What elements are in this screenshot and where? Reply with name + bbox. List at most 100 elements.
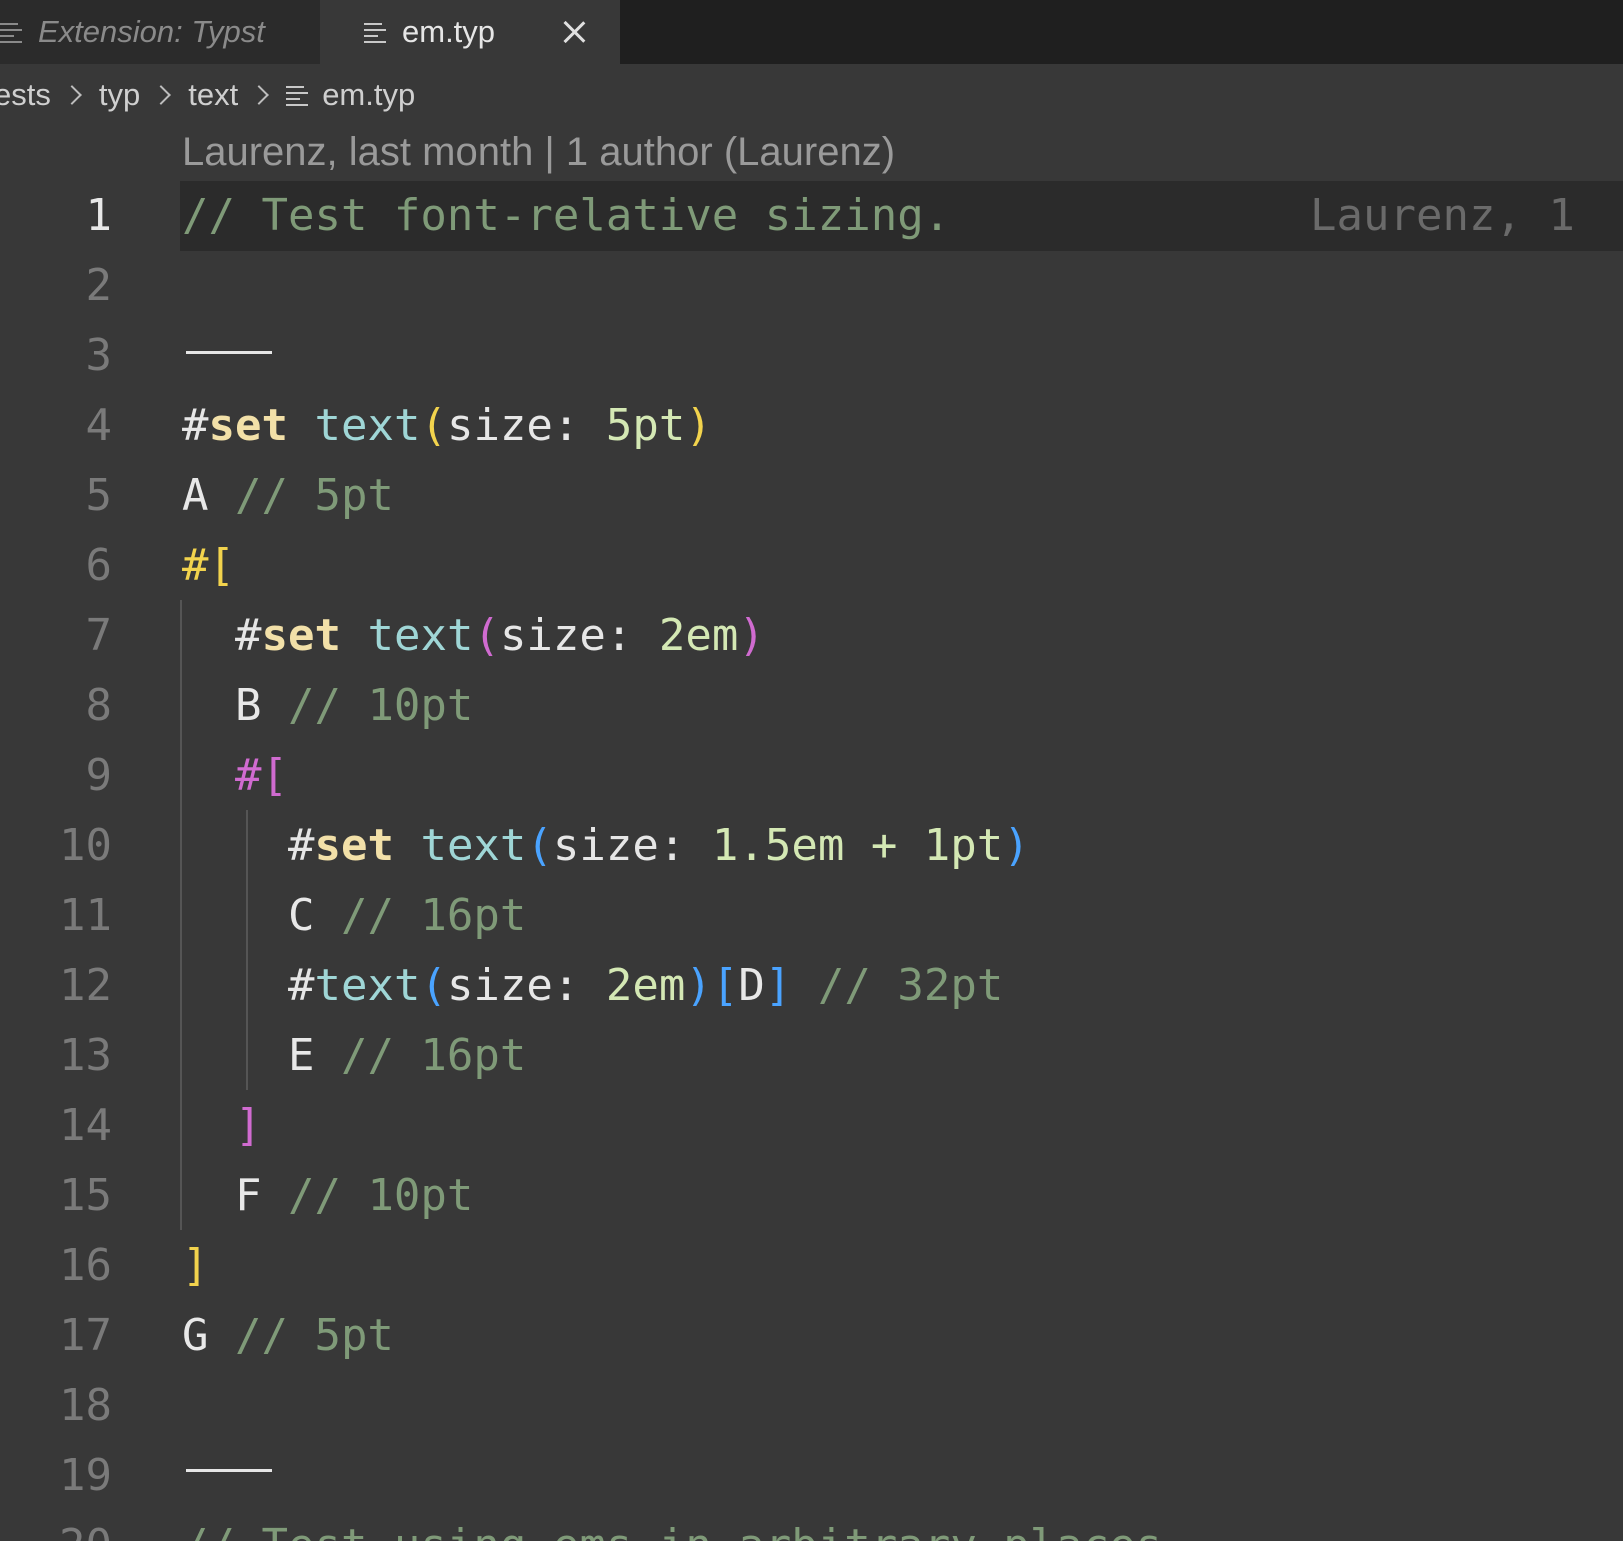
chevron-right-icon bbox=[249, 85, 270, 105]
code-line-6: #[ bbox=[182, 531, 235, 601]
paren-close: ) bbox=[738, 610, 765, 661]
content-block-open: #[ bbox=[182, 540, 235, 591]
comment: // Test using ems in arbitrary places. bbox=[182, 1520, 1189, 1541]
file-lines-icon bbox=[286, 84, 309, 106]
keyword: set bbox=[261, 610, 341, 661]
breadcrumb-item[interactable]: em.typ bbox=[322, 77, 415, 113]
content-block-close: ] bbox=[234, 1100, 262, 1151]
line-number: 17 bbox=[59, 1310, 112, 1361]
keyword: set bbox=[208, 400, 288, 451]
line-number: 6 bbox=[85, 540, 113, 591]
line-number: 14 bbox=[59, 1100, 112, 1151]
function-name: text bbox=[314, 960, 421, 1011]
content-block-open: #[ bbox=[234, 750, 288, 801]
comment: // Test font-relative sizing. bbox=[182, 190, 951, 241]
chevron-right-icon bbox=[61, 85, 82, 105]
line-number: 8 bbox=[85, 680, 113, 731]
number: 5pt bbox=[605, 400, 686, 451]
chevron-right-icon bbox=[151, 85, 172, 105]
number: 2em bbox=[658, 610, 739, 661]
tab-label: Extension: Typst bbox=[38, 14, 265, 49]
markup-text: G bbox=[182, 1310, 235, 1361]
comment: // 10pt bbox=[287, 680, 474, 731]
code-line-1: // Test font-relative sizing. bbox=[182, 181, 950, 251]
line-number: 7 bbox=[85, 610, 113, 661]
hash: # bbox=[287, 820, 315, 871]
line-number: 15 bbox=[59, 1170, 112, 1221]
code-line-13: E // 16pt bbox=[182, 1021, 526, 1091]
code-line-8: B // 10pt bbox=[182, 671, 473, 741]
codelens-authors[interactable]: Laurenz, last month | 1 author (Laurenz) bbox=[182, 130, 895, 175]
code-line-15: F // 10pt bbox=[182, 1161, 473, 1231]
comment: // 16pt bbox=[340, 1030, 527, 1081]
file-lines-icon bbox=[0, 21, 22, 43]
param: size: bbox=[499, 610, 659, 661]
markup-text: B bbox=[234, 680, 288, 731]
param: size: bbox=[552, 820, 712, 871]
keyword: set bbox=[314, 820, 394, 871]
function-name: text bbox=[420, 820, 527, 871]
paren-open: ( bbox=[420, 400, 447, 451]
vscode-window: Extension: Typst em.typ ests typ text em… bbox=[0, 0, 1623, 1541]
code-line-9: #[ bbox=[182, 741, 288, 811]
code-line-4: #set text(size: 5pt) bbox=[182, 391, 712, 461]
tab-bar: Extension: Typst em.typ bbox=[0, 0, 1623, 64]
breadcrumb-item[interactable]: text bbox=[188, 77, 238, 113]
hash: # bbox=[287, 960, 315, 1011]
code-editor[interactable]: Laurenz, last month | 1 author (Laurenz)… bbox=[0, 126, 1623, 1541]
breadcrumb-item[interactable]: ests bbox=[0, 77, 51, 113]
line-number: 3 bbox=[85, 330, 113, 381]
code-line-5: A // 5pt bbox=[182, 461, 394, 531]
line-number: 20 bbox=[0, 1511, 112, 1541]
hash: # bbox=[234, 610, 262, 661]
tab-extension-typst[interactable]: Extension: Typst bbox=[0, 0, 320, 64]
line-number: 4 bbox=[85, 400, 113, 451]
breadcrumb-item[interactable]: typ bbox=[99, 77, 140, 113]
paren-close: ) bbox=[1003, 820, 1030, 871]
line-number: 9 bbox=[85, 750, 113, 801]
paren-close: ) bbox=[685, 960, 712, 1011]
tab-em-typ[interactable]: em.typ bbox=[320, 0, 620, 64]
markup-text: A bbox=[182, 470, 235, 521]
comment: // 10pt bbox=[287, 1170, 474, 1221]
close-icon[interactable] bbox=[562, 20, 586, 44]
paren-open: ( bbox=[420, 960, 447, 1011]
param: size: bbox=[446, 400, 606, 451]
markup-text: D bbox=[738, 960, 765, 1011]
line-number: 18 bbox=[59, 1380, 112, 1431]
number: 1.5em + 1pt bbox=[711, 820, 1004, 871]
content-block-close: ] bbox=[182, 1240, 209, 1291]
comment: // 32pt bbox=[817, 960, 1004, 1011]
inline-blame: Laurenz, 1 bbox=[1310, 190, 1575, 241]
markup-text: E bbox=[287, 1030, 341, 1081]
line-number: 10 bbox=[59, 820, 112, 871]
number: 2em bbox=[605, 960, 686, 1011]
line-number: 13 bbox=[59, 1030, 112, 1081]
markup-text: C bbox=[287, 890, 341, 941]
breadcrumb: ests typ text em.typ bbox=[0, 64, 415, 126]
file-lines-icon bbox=[364, 21, 386, 43]
paren-close: ) bbox=[685, 400, 712, 451]
comment: // 5pt bbox=[234, 470, 394, 521]
line-number: 1 bbox=[85, 190, 113, 241]
bracket-open: [ bbox=[711, 960, 739, 1011]
paren-open: ( bbox=[526, 820, 553, 871]
comment: // 5pt bbox=[234, 1310, 394, 1361]
heading-rule bbox=[186, 1469, 272, 1472]
line-number: 2 bbox=[85, 260, 113, 311]
param: size: bbox=[446, 960, 606, 1011]
hash: # bbox=[182, 400, 209, 451]
code-line-10: #set text(size: 1.5em + 1pt) bbox=[182, 811, 1030, 881]
